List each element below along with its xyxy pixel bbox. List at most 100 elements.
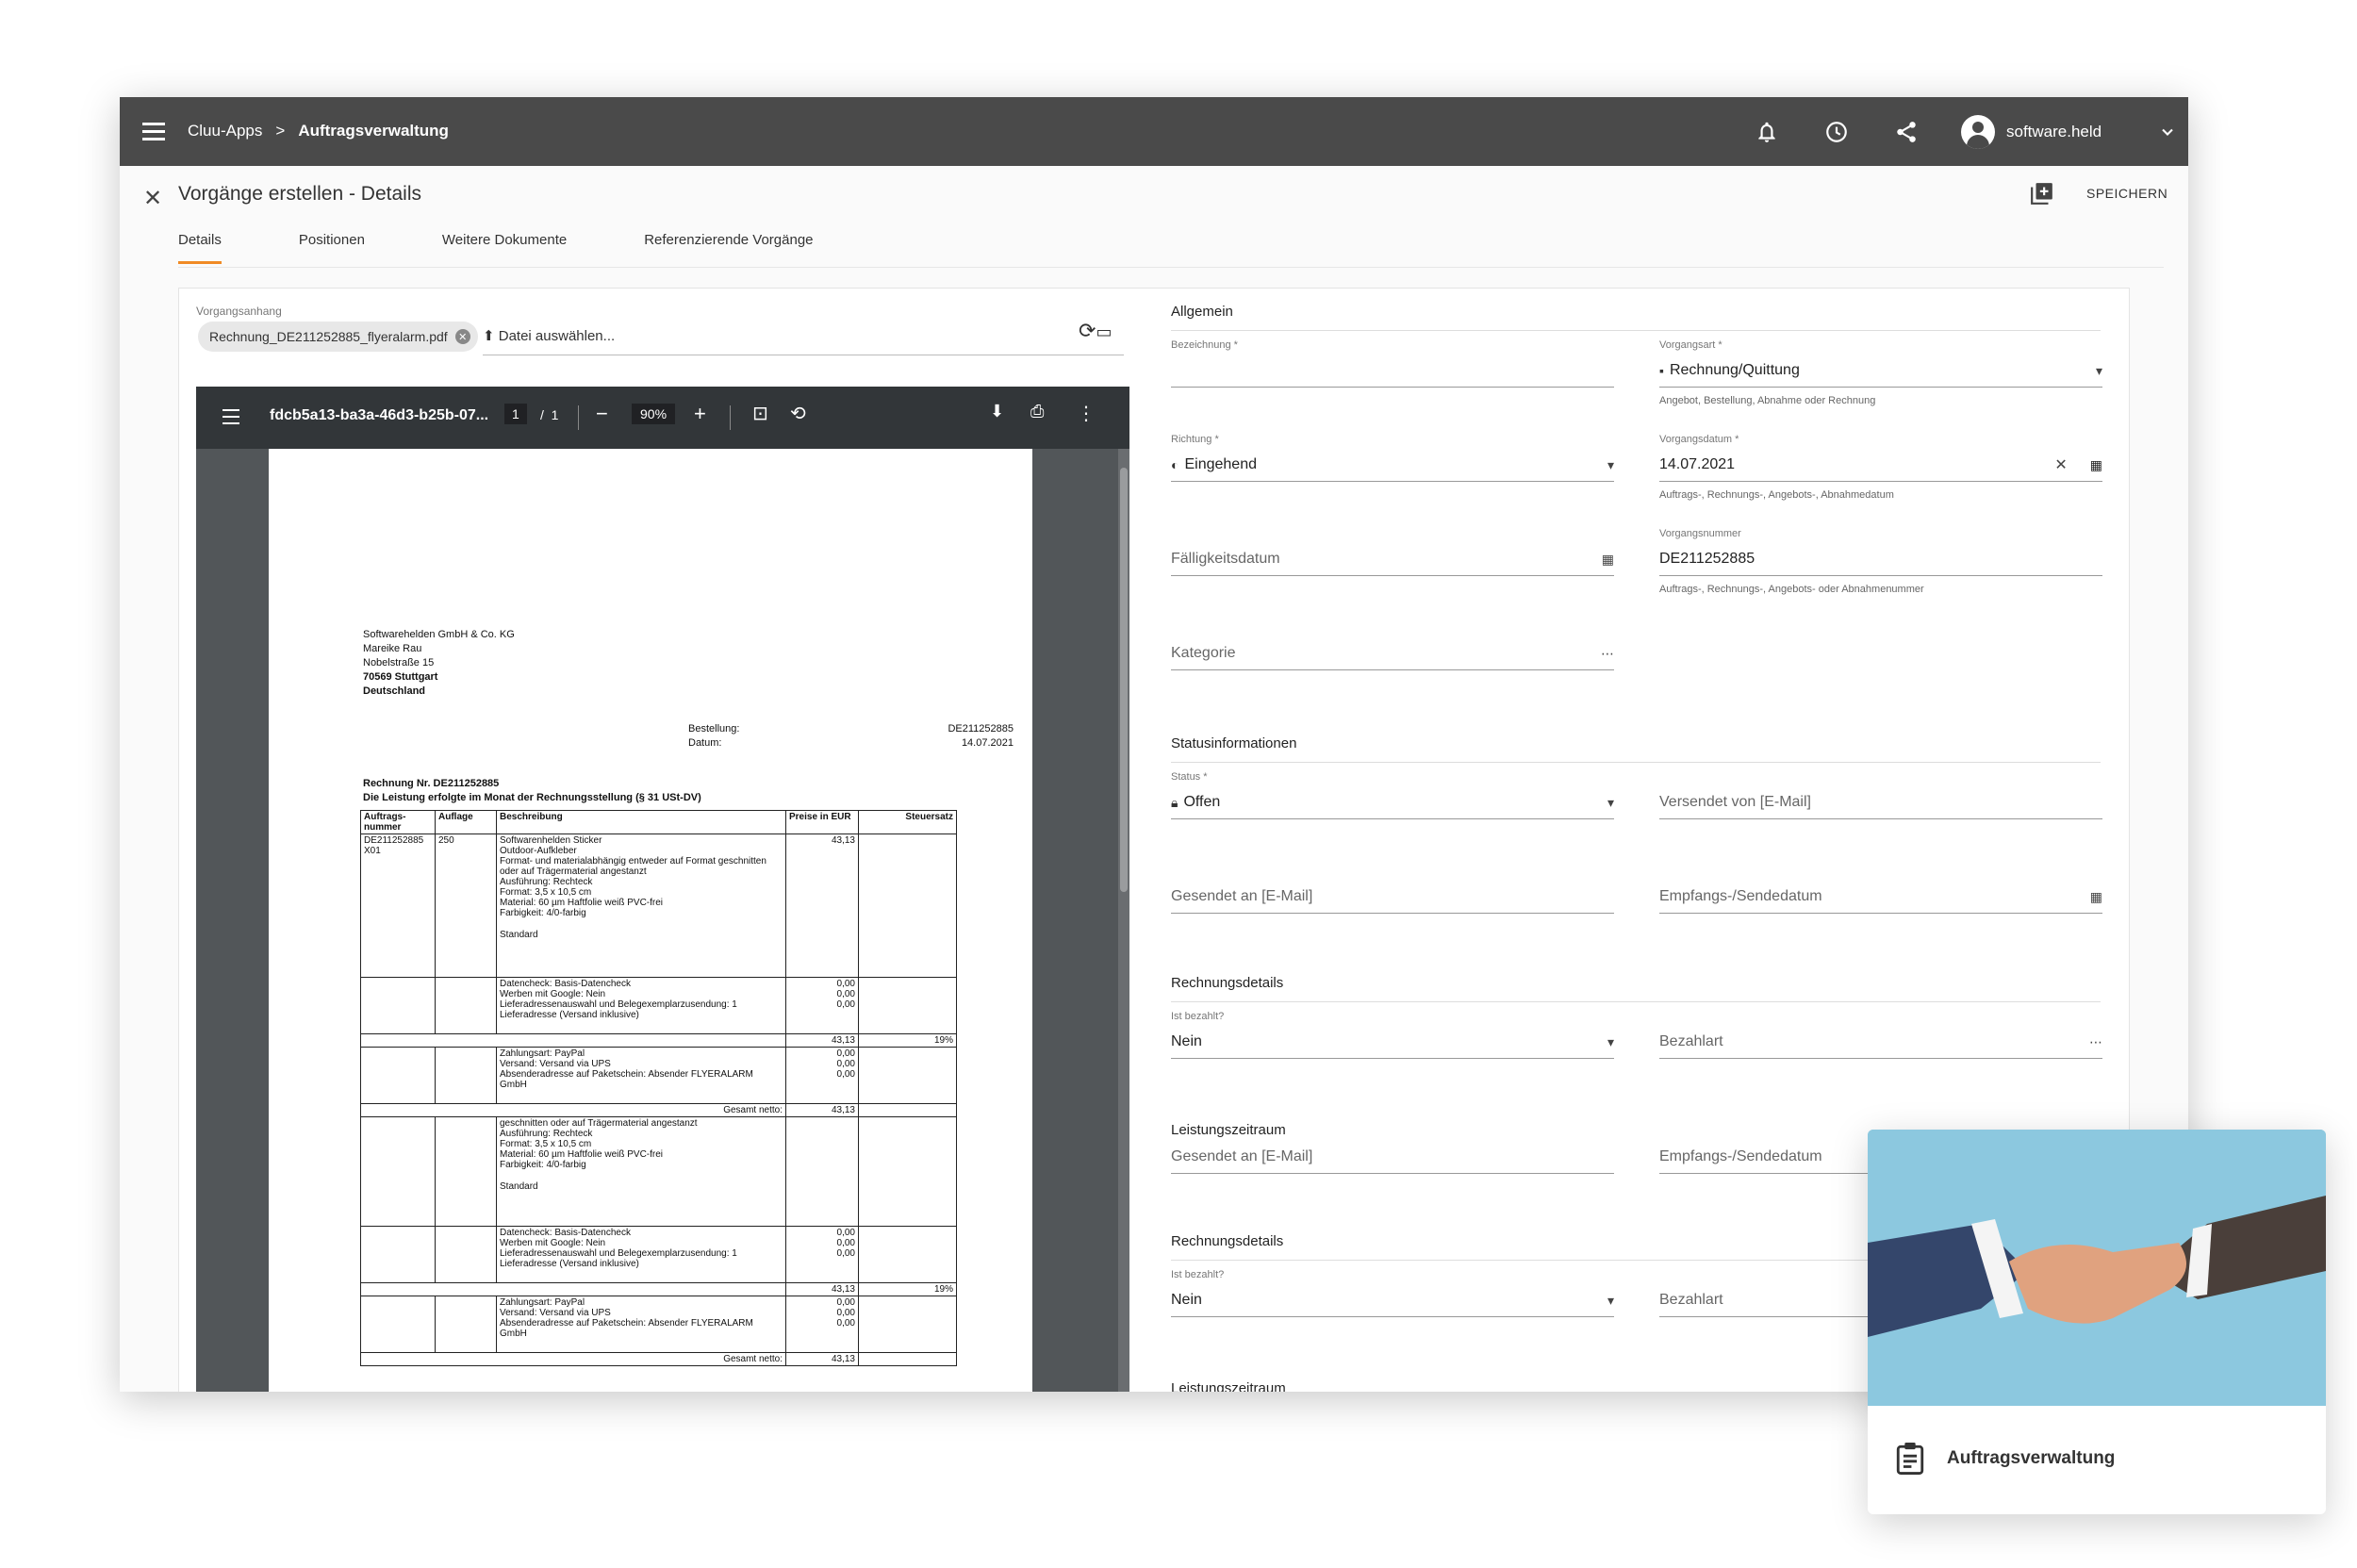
vorgangsnummer-value[interactable]: DE211252885 [1659, 549, 2102, 569]
address-line: Softwarehelden GmbH & Co. KG [363, 629, 515, 640]
calendar-icon[interactable]: ▦ [2090, 889, 2102, 905]
table-row: DE211252885 X01 250 Softwarenhelden Stic… [360, 834, 957, 978]
share-icon[interactable] [1894, 120, 1919, 144]
tab-positionen[interactable]: Positionen [299, 232, 365, 264]
column-header: Auftrags-nummer [360, 810, 436, 834]
field-underline [1171, 1316, 1614, 1317]
calendar-icon[interactable]: ▦ [1602, 552, 1614, 568]
dropdown-arrow-icon[interactable]: ▾ [1607, 1034, 1614, 1050]
handshake-image [1868, 1130, 2326, 1406]
toolbar-divider [578, 405, 579, 430]
download-icon[interactable]: ⬇ [990, 402, 1004, 421]
item-line [500, 918, 783, 930]
bezeichnung-input[interactable] [1171, 360, 1614, 381]
item-line: Lieferadressenauswahl und Belegexemplarz… [500, 1248, 737, 1269]
empfangsdatum-field[interactable]: Empfangs-/Sendedatum ▦ [1659, 866, 2102, 914]
pdf-scrollbar[interactable] [1118, 449, 1129, 1392]
upload-icon: ⬆ [483, 328, 499, 344]
clipboard-icon [1896, 1443, 1924, 1475]
vorgangsdatum-value[interactable]: 14.07.2021 [1659, 456, 1735, 473]
versendet-von-field[interactable]: Versendet von [E-Mail] [1659, 771, 2102, 819]
zoom-out-icon[interactable]: − [596, 402, 608, 426]
dropdown-arrow-icon[interactable]: ▾ [2096, 363, 2102, 379]
ist-bezahlt-select-2[interactable]: Ist bezahlt? Nein ▾ [1171, 1269, 1614, 1317]
quantity-cell: 250 [435, 834, 497, 978]
page-count: / 1 [540, 407, 558, 422]
field-underline [1171, 1058, 1614, 1059]
price-cell: 0,00 0,00 0,00 [785, 1296, 859, 1353]
zoom-in-icon[interactable]: + [694, 402, 706, 426]
field-underline [1659, 913, 2102, 914]
table-row: Zahlungsart: PayPal Versand: Versand via… [360, 1047, 957, 1104]
dropdown-arrow-icon[interactable]: ▾ [1607, 1293, 1614, 1309]
kategorie-row: Kategorie ⋯ [1171, 643, 1614, 664]
tab-referenzierende-vorgaenge[interactable]: Referenzierende Vorgänge [644, 232, 813, 264]
attachment-label: Vorgangsanhang [196, 305, 282, 318]
column-header: Beschreibung [496, 810, 786, 834]
ist-bezahlt-value: Nein [1171, 1292, 1202, 1308]
refresh-icon[interactable]: ⟳▭ [1079, 319, 1112, 343]
bezahlart-field[interactable]: Bezahlart ⋯ [1659, 1011, 2102, 1059]
menu-icon[interactable] [142, 120, 165, 142]
fit-page-icon[interactable]: ⊡ [752, 402, 768, 425]
net-total-label: Gesamt netto: [360, 1352, 786, 1366]
status-select[interactable]: Status * 🔒︎ Offen ▾ [1171, 771, 1614, 819]
price-line: 0,00 [836, 1069, 855, 1080]
page-input[interactable]: 1 [504, 404, 527, 424]
vorgangsnummer-field[interactable]: Vorgangsnummer DE211252885 Auftrags-, Re… [1659, 528, 2102, 595]
print-icon[interactable]: ⎙ [1030, 402, 1044, 421]
pdf-filename: fdcb5a13-ba3a-46d3-b25b-07... [270, 407, 489, 423]
vorgangsart-select[interactable]: Vorgangsart * ▪ Rechnung/Quittung ▾ Angebo… [1659, 339, 2102, 406]
ist-bezahlt-select[interactable]: Ist bezahlt? Nein ▾ [1171, 1011, 1614, 1059]
more-horiz-icon[interactable]: ⋯ [2089, 1034, 2102, 1050]
tax-rate-cell: 19% [858, 1033, 957, 1048]
scrollbar-thumb[interactable] [1120, 468, 1128, 892]
toolbar-divider [730, 405, 731, 430]
bezeichnung-label: Bezeichnung * [1171, 339, 1238, 351]
rotate-icon[interactable]: ⟲ [790, 402, 806, 425]
save-button[interactable]: SPEICHERN [2086, 186, 2167, 201]
column-header: Auflage [435, 810, 497, 834]
tab-bar: Details Positionen Weitere Dokumente Ref… [178, 232, 891, 264]
recipient-address: Softwarehelden GmbH & Co. KG Mareike Rau… [363, 628, 515, 699]
faelligkeitsdatum-row: Fälligkeitsdatum ▦ [1171, 549, 1614, 569]
invoice-table: Auftrags-nummer Auflage Beschreibung Pre… [360, 810, 957, 1366]
kategorie-field[interactable]: Kategorie ⋯ [1171, 622, 1614, 670]
leistung-gesendet-an-field[interactable]: Gesendet an [E-Mail] [1171, 1126, 1614, 1174]
bell-icon[interactable] [1755, 120, 1779, 144]
gesendet-an-field[interactable]: Gesendet an [E-Mail] [1171, 866, 1614, 914]
more-vert-icon[interactable]: ⋮ [1077, 402, 1096, 425]
clipboard-icon[interactable]: ▭ [1096, 322, 1112, 341]
breadcrumb-apps[interactable]: Cluu-Apps [188, 122, 262, 140]
add-document-icon[interactable] [2030, 181, 2054, 206]
item-line: Material: 60 µm Haftfolie weiß PVC-frei [500, 898, 664, 908]
promo-card[interactable]: Auftragsverwaltung [1868, 1130, 2326, 1514]
richtung-select[interactable]: Richtung * ◐ Eingehend ▾ [1171, 434, 1614, 482]
dropdown-arrow-icon[interactable]: ▾ [1607, 457, 1614, 473]
clear-icon[interactable]: ✕ [2054, 455, 2067, 474]
chip-remove-icon[interactable]: ✕ [454, 329, 470, 344]
price-line: 0,00 [836, 1059, 855, 1069]
file-picker[interactable]: ⬆ Datei auswählen... [483, 327, 615, 344]
user-menu[interactable]: software.held [1961, 113, 2177, 151]
bezahlart-placeholder: Bezahlart [1659, 1033, 1723, 1049]
clock-icon[interactable] [1824, 120, 1849, 144]
dropdown-arrow-icon[interactable]: ▾ [1607, 795, 1614, 811]
more-horiz-icon[interactable]: ⋯ [1601, 646, 1614, 662]
faelligkeitsdatum-field[interactable]: Fälligkeitsdatum ▦ [1171, 528, 1614, 576]
file-chip[interactable]: Rechnung_DE211252885_flyeralarm.pdf ✕ [198, 322, 478, 352]
chevron-down-icon[interactable] [2158, 123, 2177, 141]
lock-icon: 🔒︎ [1171, 794, 1178, 810]
tab-details[interactable]: Details [178, 232, 222, 264]
field-underline [1171, 481, 1614, 482]
close-icon[interactable]: ✕ [143, 185, 162, 212]
zoom-level[interactable]: 90% [632, 404, 676, 424]
price-line: 0,00 [836, 999, 855, 1010]
item-line: Versand: Versand via UPS [500, 1308, 611, 1318]
pdf-menu-icon[interactable] [223, 409, 239, 429]
tab-weitere-dokumente[interactable]: Weitere Dokumente [442, 232, 567, 264]
calendar-icon[interactable]: ▦ [2090, 457, 2102, 473]
vorgangsdatum-field[interactable]: Vorgangsdatum * 14.07.2021 ✕ ▦ Auftrags-, … [1659, 434, 2102, 501]
bezeichnung-field[interactable]: Bezeichnung * [1171, 339, 1614, 388]
vorgangsart-hint: Angebot, Bestellung, Abnahme oder Rechnu… [1659, 395, 1876, 406]
